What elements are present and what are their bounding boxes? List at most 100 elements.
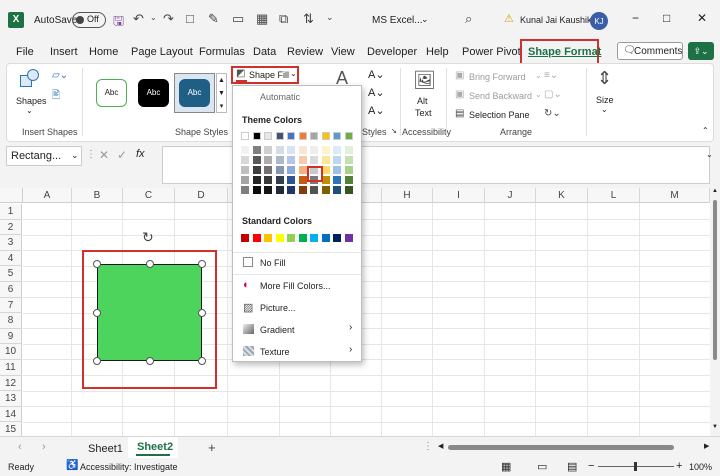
standard-color-swatch[interactable]: [333, 234, 341, 242]
theme-shade-swatch[interactable]: [264, 156, 272, 164]
standard-color-swatch[interactable]: [252, 234, 261, 242]
theme-shade-swatch[interactable]: [252, 156, 261, 164]
resize-handle[interactable]: [146, 357, 154, 365]
accessibility-icon[interactable]: ♿: [66, 460, 78, 471]
theme-shade-swatch[interactable]: [344, 186, 353, 194]
theme-shade-swatch[interactable]: [275, 146, 284, 154]
row-header-12[interactable]: 12: [0, 375, 22, 392]
tab-developer[interactable]: Developer: [367, 46, 417, 62]
column-header-j[interactable]: J: [485, 188, 536, 203]
tab-formulas[interactable]: Formulas: [199, 46, 245, 62]
standard-color-swatch[interactable]: [321, 234, 330, 242]
theme-shade-swatch[interactable]: [252, 146, 261, 154]
close-icon[interactable]: ✕: [697, 11, 707, 25]
accessibility-status[interactable]: Accessibility: Investigate: [80, 462, 178, 472]
theme-shade-swatch[interactable]: [287, 166, 295, 174]
insert-function-icon[interactable]: fx: [136, 148, 145, 160]
text-fill-icon[interactable]: A⌄: [368, 68, 385, 81]
style-sample-selected[interactable]: Abc: [174, 73, 215, 113]
rotate-handle-icon[interactable]: ↻: [142, 229, 154, 246]
theme-shade-swatch[interactable]: [264, 166, 272, 174]
expand-formula-icon[interactable]: ⌄: [706, 150, 713, 159]
row-header-14[interactable]: 14: [0, 406, 22, 423]
theme-shade-swatch[interactable]: [344, 146, 353, 154]
theme-color-swatch[interactable]: [298, 132, 307, 140]
launcher-icon[interactable]: ↘: [391, 127, 397, 135]
column-header-m[interactable]: M: [640, 188, 710, 203]
standard-color-swatch[interactable]: [241, 234, 249, 242]
row-header-8[interactable]: 8: [0, 313, 22, 329]
theme-shade-swatch[interactable]: [333, 186, 341, 194]
theme-shade-swatch[interactable]: [298, 156, 307, 164]
theme-shade-swatch[interactable]: [275, 166, 284, 174]
column-header-k[interactable]: K: [536, 188, 588, 203]
theme-color-swatch[interactable]: [310, 132, 318, 140]
shapes-gallery-icon[interactable]: [20, 69, 42, 91]
theme-shade-swatch[interactable]: [321, 186, 330, 194]
column-header-d[interactable]: D: [175, 188, 228, 203]
theme-shade-swatch[interactable]: [298, 176, 307, 184]
standard-color-swatch[interactable]: [264, 234, 272, 242]
shapes-label[interactable]: Shapes: [16, 96, 47, 106]
add-sheet-icon[interactable]: +: [208, 440, 216, 455]
alt-text-icon[interactable]: 🖼: [413, 70, 436, 91]
resize-handle[interactable]: [146, 260, 154, 268]
theme-shade-swatch[interactable]: [241, 166, 249, 174]
copy-icon[interactable]: ⧉: [279, 11, 288, 27]
zoom-out-icon[interactable]: −: [588, 460, 594, 472]
texture-option[interactable]: Texture: [260, 347, 290, 357]
gradient-submenu-chevron-icon[interactable]: ›: [349, 322, 352, 333]
row-header-1[interactable]: 1: [0, 204, 22, 220]
tab-power-pivot[interactable]: Power Pivot: [462, 46, 521, 62]
sheet-tab-sheet2[interactable]: Sheet2: [137, 441, 173, 453]
standard-color-swatch[interactable]: [287, 234, 295, 242]
user-name[interactable]: Kunal Jai Kaushik: [520, 15, 592, 25]
style-sample-outline[interactable]: Abc: [96, 79, 127, 107]
theme-shade-swatch[interactable]: [287, 176, 295, 184]
tab-insert[interactable]: Insert: [50, 46, 78, 62]
zoom-level[interactable]: 100%: [689, 462, 712, 472]
theme-shade-swatch[interactable]: [333, 146, 341, 154]
theme-shade-swatch[interactable]: [287, 186, 295, 194]
redo-icon[interactable]: ↷: [163, 11, 174, 27]
column-header-a[interactable]: A: [23, 188, 72, 203]
scroll-down-icon[interactable]: ▼: [217, 87, 226, 100]
rectangle-shape[interactable]: [97, 264, 202, 361]
theme-shade-swatch[interactable]: [287, 146, 295, 154]
standard-color-swatch[interactable]: [310, 234, 318, 242]
selection-pane-icon[interactable]: ▤: [455, 108, 464, 119]
theme-shade-swatch[interactable]: [298, 166, 307, 174]
table-icon[interactable]: ▦: [256, 11, 268, 27]
maximize-icon[interactable]: □: [663, 11, 670, 25]
vertical-scrollbar[interactable]: ▲ ▼: [710, 188, 720, 436]
shapes-chevron-icon[interactable]: ⌄: [26, 106, 33, 115]
theme-shade-swatch[interactable]: [321, 146, 330, 154]
theme-shade-swatch[interactable]: [241, 186, 249, 194]
tab-bar-splitter-icon[interactable]: ⋮: [423, 441, 433, 452]
standard-color-swatch[interactable]: [344, 234, 353, 242]
theme-color-swatch[interactable]: [287, 132, 295, 140]
sheet-next-icon[interactable]: ›: [42, 441, 46, 453]
tab-page-layout[interactable]: Page Layout: [131, 46, 193, 62]
shape-fill-button[interactable]: ◩ Shape Fill ⌄: [231, 66, 299, 84]
sheet-prev-icon[interactable]: ‹: [18, 441, 22, 453]
theme-shade-swatch[interactable]: [241, 146, 249, 154]
theme-shade-swatch[interactable]: [241, 156, 249, 164]
column-header-h[interactable]: H: [382, 188, 433, 203]
zoom-in-icon[interactable]: +: [676, 460, 682, 472]
format-icon[interactable]: ✎: [208, 11, 219, 27]
confirm-entry-icon[interactable]: ✓: [117, 148, 127, 162]
theme-color-swatch[interactable]: [333, 132, 341, 140]
text-box-icon[interactable]: 🖹: [52, 88, 60, 105]
comments-button[interactable]: 🗨 Comments: [617, 42, 683, 60]
resize-handle[interactable]: [93, 357, 101, 365]
collapse-ribbon-icon[interactable]: ⌃: [702, 126, 709, 135]
theme-shade-swatch[interactable]: [298, 186, 307, 194]
tab-home[interactable]: Home: [89, 46, 118, 62]
theme-shade-swatch[interactable]: [310, 156, 318, 164]
theme-shade-swatch[interactable]: [252, 186, 261, 194]
customize-qat-icon[interactable]: ⌄: [326, 12, 334, 23]
theme-color-swatch[interactable]: [344, 132, 353, 140]
avatar[interactable]: KJ: [590, 12, 608, 30]
sheet-tab-sheet1[interactable]: Sheet1: [88, 443, 123, 455]
